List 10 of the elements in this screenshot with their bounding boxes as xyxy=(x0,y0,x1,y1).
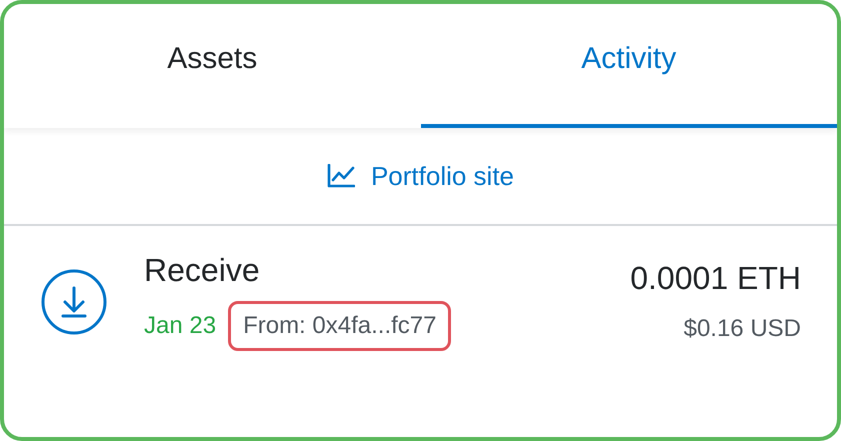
download-icon xyxy=(40,268,108,336)
transaction-amount: 0.0001 ETH xyxy=(630,260,801,297)
sender-address: From: 0x4fa...fc77 xyxy=(228,301,452,351)
chart-icon xyxy=(326,164,355,188)
fiat-amount: $0.16 USD xyxy=(684,315,801,343)
transaction-date: Jan 23 xyxy=(144,312,216,340)
portfolio-link[interactable]: Portfolio site xyxy=(326,160,514,192)
transaction-title: Receive xyxy=(144,252,261,289)
tab[interactable]: Activity xyxy=(420,4,837,128)
tab[interactable]: Assets xyxy=(4,4,420,128)
